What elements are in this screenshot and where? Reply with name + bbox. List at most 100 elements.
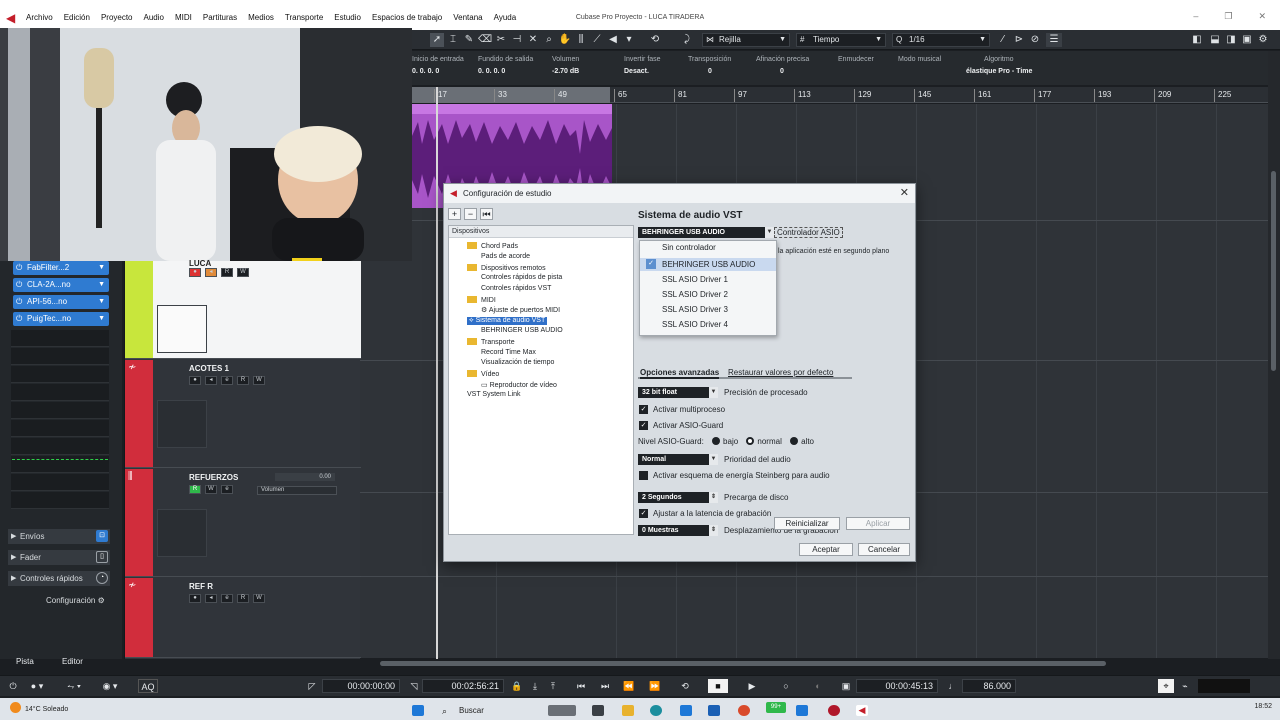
punch-in-icon[interactable]: ⤓ <box>528 679 542 693</box>
iterative-quantize-icon[interactable]: ⁄ <box>996 33 1010 47</box>
snap-type-dropdown[interactable]: ⋈ Rejilla ▼ <box>702 33 790 47</box>
menu-espacios[interactable]: Espacios de trabajo <box>372 13 442 22</box>
auto-scroll-icon[interactable]: ⤸ <box>680 33 694 47</box>
menu-edicion[interactable]: Edición <box>64 13 90 22</box>
menu-partituras[interactable]: Partituras <box>203 13 237 22</box>
hand-tool-icon[interactable]: ✋ <box>558 33 572 47</box>
section-envios[interactable]: ▶ Envíos ⊡ <box>8 529 110 544</box>
insert-slot-1[interactable]: ⏻ FabFilter...2 ▼ <box>13 261 109 275</box>
insert-slot-3[interactable]: ⏻ API-56...no ▼ <box>13 295 109 309</box>
time-display-icon[interactable]: ▣ <box>838 679 854 693</box>
go-to-end-icon[interactable]: ⏭ <box>598 679 612 693</box>
layout-left-icon[interactable]: ◧ <box>1190 33 1204 47</box>
cubase-taskbar-icon[interactable]: ◀ <box>856 705 868 716</box>
info-fade-out[interactable]: Fundido de salida 0. 0. 0. 0 <box>478 56 533 75</box>
split-tool-icon[interactable]: ✂ <box>494 33 508 47</box>
chevron-down-icon[interactable]: ▼ <box>98 312 105 326</box>
timeline-ruler[interactable]: 17 33 49 65 81 97 113 129 145 161 177 19… <box>412 87 1268 103</box>
tree-pads-de-acorde[interactable]: Pads de acorde <box>481 253 530 260</box>
play-icon[interactable]: ▶ <box>744 679 760 693</box>
range-select-tool-icon[interactable]: ⌶ <box>446 33 460 47</box>
tab-editor[interactable]: Editor <box>62 657 83 666</box>
multiprocess-checkbox[interactable]: ✓ <box>639 405 648 414</box>
go-to-start-icon[interactable]: ⏮ <box>574 679 588 693</box>
tree-controles-rapidos-vst[interactable]: Controles rápidos VST <box>481 285 551 292</box>
close-window-icon[interactable]: ✕ <box>1258 11 1266 22</box>
sends-icon[interactable]: ⊡ <box>96 530 108 542</box>
asio-controller-button[interactable]: Controlador ASIO <box>774 227 843 238</box>
info-mute[interactable]: Enmudecer <box>838 56 874 68</box>
tab-pista[interactable]: Pista <box>16 657 34 666</box>
insert-slot-empty[interactable] <box>11 474 109 491</box>
track-acotes-1[interactable]: ≁ ACOTES 1 ● ◂ e R W <box>125 360 361 468</box>
left-locator-field[interactable]: 00:00:00:00 <box>322 679 400 693</box>
comp-tool-icon[interactable]: ⫼ <box>574 33 588 47</box>
quantize-settings-icon[interactable]: ⊳ <box>1012 33 1026 47</box>
driver-option-ssl-4[interactable]: SSL ASIO Driver 4 <box>662 320 728 329</box>
add-device-icon[interactable]: + <box>448 208 461 220</box>
remove-device-icon[interactable]: − <box>464 208 477 220</box>
menu-proyecto[interactable]: Proyecto <box>101 13 133 22</box>
insert-slot-empty[interactable] <box>11 330 109 347</box>
track-ref-r[interactable]: ≁ REF R ● ◂ e R W <box>125 578 361 658</box>
preload-spinner[interactable]: 2 Segundos ⇕ <box>638 492 718 503</box>
eraser-tool-icon[interactable]: ⌫ <box>478 33 492 47</box>
write-button[interactable]: W <box>205 485 217 494</box>
info-invert-phase[interactable]: Invertir fase Desact. <box>624 56 661 75</box>
tree-chord-pads[interactable]: Chord Pads <box>467 242 518 250</box>
maximize-icon[interactable]: ❐ <box>1224 11 1232 22</box>
stop-icon[interactable]: ■ <box>708 679 728 693</box>
driver-option-ssl-1[interactable]: SSL ASIO Driver 1 <box>662 275 728 284</box>
cycle-icon[interactable]: ⟲ <box>678 679 692 693</box>
monitor-button[interactable]: ◂ <box>205 268 217 277</box>
edit-button[interactable]: e <box>221 594 233 603</box>
latency-checkbox[interactable]: ✓ <box>639 509 648 518</box>
glue-tool-icon[interactable]: ⊣ <box>510 33 524 47</box>
punch-out-icon[interactable]: ⤒ <box>546 679 560 693</box>
power-icon[interactable]: ⏻ <box>16 312 22 326</box>
left-locator-icon[interactable]: ◸ <box>306 679 318 693</box>
whatsapp-badge[interactable]: 99+ <box>766 702 786 713</box>
edit-button[interactable]: e <box>221 485 233 494</box>
tree-controles-rapidos-pista[interactable]: Controles rápidos de pista <box>481 274 562 281</box>
section-fader[interactable]: ▶ Fader ▯ <box>8 550 110 565</box>
vertical-scrollbar[interactable] <box>1268 51 1280 659</box>
object-select-tool-icon[interactable]: ➚ <box>430 33 444 47</box>
fader-icon[interactable]: ▯ <box>96 551 108 563</box>
auto-quantize-button[interactable]: AQ <box>138 679 158 693</box>
tree-record-time-max[interactable]: Record Time Max <box>481 349 536 356</box>
app-icon[interactable] <box>796 705 808 716</box>
marker-icon[interactable]: ⌖ <box>1158 679 1174 693</box>
precision-dropdown[interactable]: 32 bit float ▼ <box>638 387 718 398</box>
menu-ventana[interactable]: Ventana <box>453 13 482 22</box>
power-icon[interactable]: ⏻ <box>16 295 22 309</box>
read-button[interactable]: R <box>237 594 249 603</box>
knob-icon[interactable]: ◔ <box>96 572 108 584</box>
right-locator-field[interactable]: 00:02:56:21 <box>422 679 504 693</box>
layout-panel-icon[interactable]: ▣ <box>1240 33 1254 47</box>
project-cursor[interactable] <box>436 87 438 659</box>
line-tool-icon[interactable]: ⟋ <box>590 33 604 47</box>
configuration-link[interactable]: Configuración ⚙ <box>46 596 105 605</box>
horizontal-scrollbar[interactable] <box>380 661 1106 666</box>
chevron-down-icon[interactable]: ▼ <box>98 295 105 309</box>
layout-right-icon[interactable]: ◨ <box>1224 33 1238 47</box>
quantize-dropdown[interactable]: Q 1/16 ▼ <box>892 33 990 47</box>
offset-spinner[interactable]: 0 Muestras ⇕ <box>638 525 718 536</box>
terminal-icon[interactable] <box>592 705 604 716</box>
record-button[interactable]: ● <box>189 594 201 603</box>
read-button[interactable]: R <box>189 485 201 494</box>
chevron-down-icon[interactable]: ▼ <box>98 261 105 275</box>
tab-restore-defaults[interactable]: Restaurar valores por defecto <box>728 368 833 377</box>
record-mode-icon[interactable]: ● ▾ <box>26 679 48 693</box>
info-algorithm[interactable]: Algoritmo élastique Pro - Time <box>966 56 1032 75</box>
tree-video[interactable]: Vídeo <box>467 370 499 378</box>
rewind-icon[interactable]: ⏪ <box>622 679 636 693</box>
asio-driver-dropdown[interactable]: BEHRINGER USB AUDIO ▼ <box>638 227 774 238</box>
edit-button[interactable]: e <box>221 376 233 385</box>
reset-button[interactable]: Reinicializar <box>774 517 840 530</box>
insert-slot-empty[interactable] <box>11 438 109 455</box>
layout-bottom-icon[interactable]: ⬓ <box>1208 33 1222 47</box>
record-button[interactable]: ● <box>189 376 201 385</box>
tempo-icon[interactable]: ♩ <box>946 679 960 693</box>
